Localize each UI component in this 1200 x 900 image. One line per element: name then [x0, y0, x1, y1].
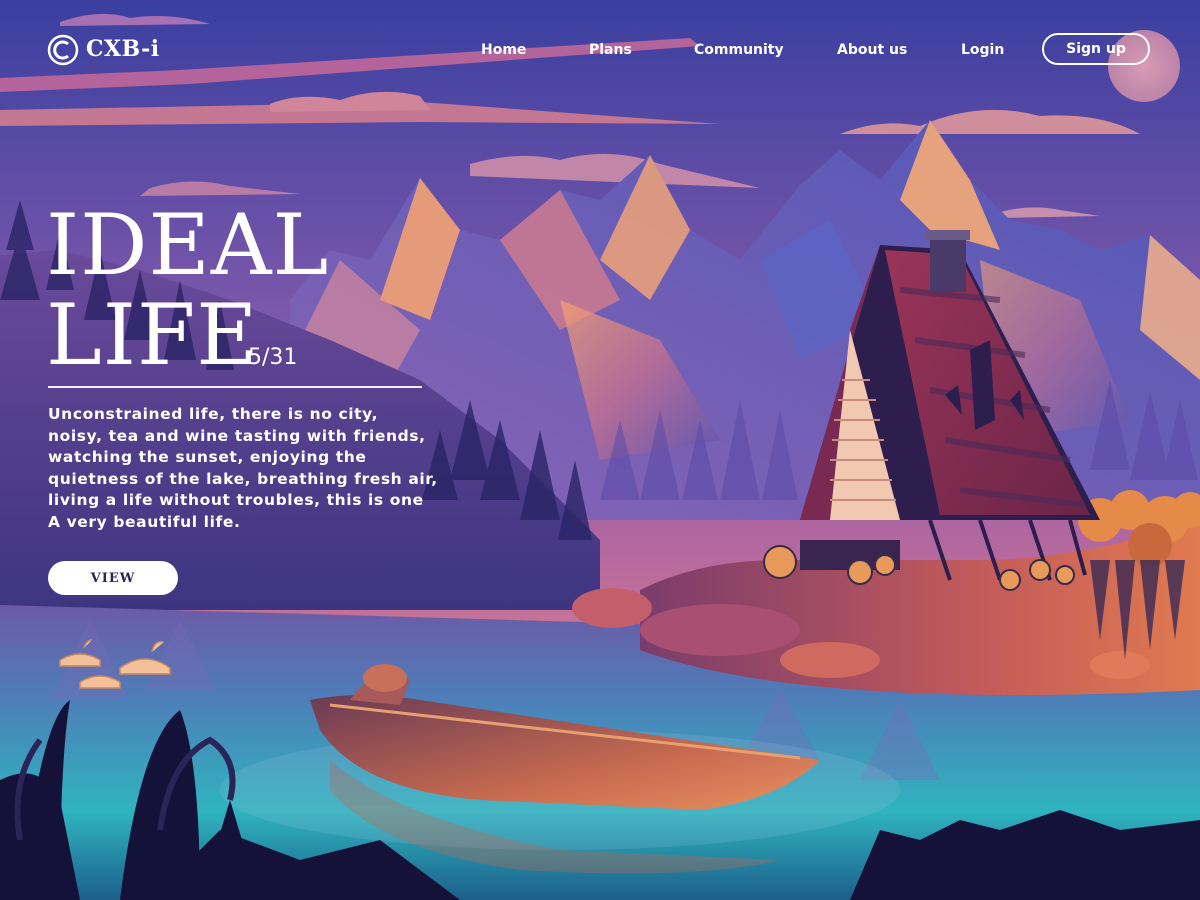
view-button[interactable]: VIEW — [48, 561, 178, 595]
nav-plans[interactable]: Plans — [589, 42, 632, 58]
nav-about-us[interactable]: About us — [837, 42, 907, 58]
hero-title-line-1: IDEAL — [46, 196, 330, 294]
nav-community[interactable]: Community — [694, 42, 784, 58]
signup-button[interactable]: Sign up — [1042, 33, 1150, 65]
nav-home[interactable]: Home — [481, 42, 526, 58]
slide-counter: 5/31 — [248, 345, 298, 370]
top-navigation: CXB-i Home Plans Community About us Logi… — [0, 0, 1200, 100]
hero-description: Unconstrained life, there is no city, no… — [48, 405, 438, 531]
c-circle-logo-icon — [48, 34, 78, 64]
brand-logo[interactable]: CXB-i — [48, 34, 160, 64]
brand-name: CXB-i — [86, 36, 160, 62]
title-divider — [48, 386, 422, 388]
nav-login[interactable]: Login — [961, 42, 1004, 58]
